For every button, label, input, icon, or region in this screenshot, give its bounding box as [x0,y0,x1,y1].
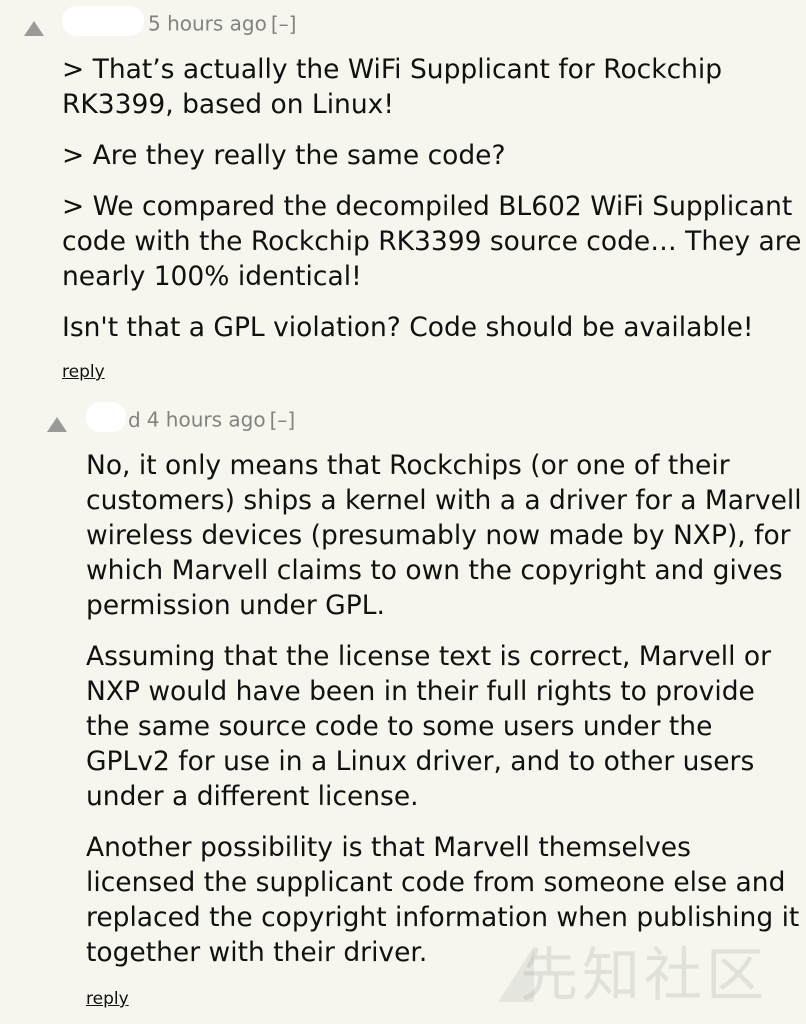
comment-text: No, it only means that Rockchips (or one… [86,448,802,986]
redacted-username[interactable] [86,402,126,432]
comment-header: 5 hours ago [–] [62,6,297,40]
comment-paragraph: > We compared the decompiled BL602 WiFi … [62,191,802,292]
comment-age[interactable]: 4 hours ago [147,408,266,432]
reply-link[interactable]: reply [62,362,105,382]
comment-paragraph: > That’s actually the WiFi Supplicant fo… [62,54,723,120]
username-fragment[interactable]: d [128,408,141,432]
comment-paragraph: Isn't that a GPL violation? Code should … [62,312,754,343]
comment-paragraph: No, it only means that Rockchips (or one… [86,450,802,621]
comment-text: > That’s actually the WiFi Supplicant fo… [62,52,802,361]
redacted-username[interactable] [62,6,144,36]
collapse-toggle[interactable]: [–] [270,408,296,432]
comment-header: d4 hours ago [–] [86,402,296,436]
watermark: 先知社区 [519,941,768,1009]
reply-link[interactable]: reply [86,989,129,1009]
comment-paragraph: > Are they really the same code? [62,140,506,171]
upvote-arrow-icon[interactable] [24,21,44,36]
comment-age[interactable]: 5 hours ago [148,12,267,36]
collapse-toggle[interactable]: [–] [271,12,297,36]
comment-paragraph: Assuming that the license text is correc… [86,641,772,812]
upvote-arrow-icon[interactable] [47,417,67,432]
